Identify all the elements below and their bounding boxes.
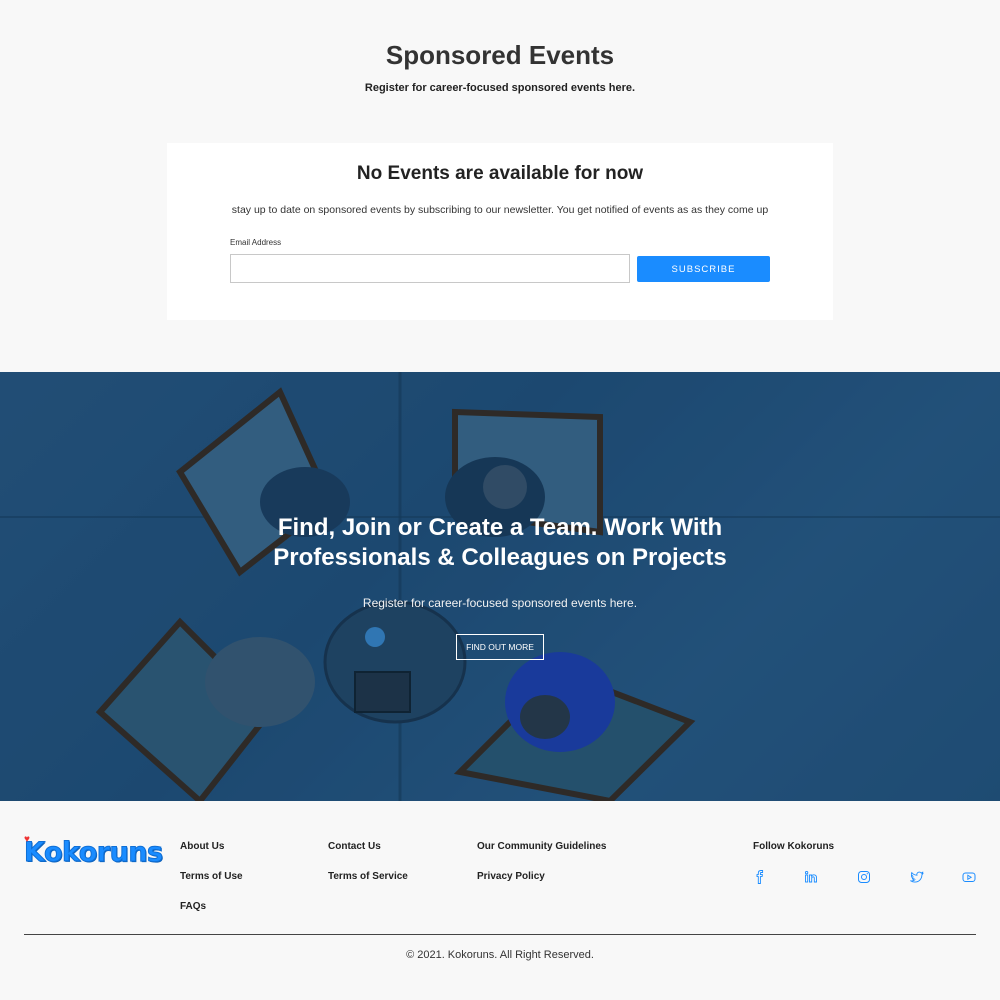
hero-description: Register for career-focused sponsored ev… [362, 596, 638, 610]
follow-title: Follow Kokoruns [753, 841, 835, 852]
twitter-icon[interactable] [910, 870, 924, 884]
instagram-icon[interactable] [857, 870, 871, 884]
find-out-more-button[interactable]: FIND OUT MORE [456, 634, 544, 660]
email-label: Email Address [230, 238, 282, 247]
footer-link-community-guidelines[interactable]: Our Community Guidelines [477, 841, 606, 852]
no-events-card: No Events are available for now stay up … [167, 143, 833, 320]
heart-icon: ♥ [24, 834, 30, 845]
hero-title: Find, Join or Create a Team. Work With P… [200, 513, 800, 573]
email-field[interactable] [230, 254, 630, 283]
linkedin-icon[interactable] [804, 870, 818, 884]
page-subtitle: Register for career-focused sponsored ev… [364, 82, 636, 94]
footer-link-privacy-policy[interactable]: Privacy Policy [477, 871, 545, 882]
sponsored-events-section: Sponsored Events Register for career-foc… [0, 0, 1000, 372]
hero-title-line-1: Find, Join or Create a Team. Work With [277, 514, 723, 541]
hero-background-image [0, 372, 1000, 801]
copyright-text: © 2021. Kokoruns. All Right Reserved. [406, 949, 594, 961]
kokoruns-logo[interactable]: Kokoruns [24, 837, 164, 869]
hero-title-line-2: Professionals & Colleagues on Projects [273, 544, 727, 571]
card-title: No Events are available for now [356, 163, 644, 184]
site-footer: Kokoruns ♥ About Us Terms of Use FAQs Co… [0, 801, 1000, 1000]
card-description: stay up to date on sponsored events by s… [231, 204, 769, 216]
footer-link-about-us[interactable]: About Us [180, 841, 224, 852]
facebook-icon[interactable] [753, 870, 767, 884]
footer-link-terms-of-use[interactable]: Terms of Use [180, 871, 243, 882]
footer-divider [24, 934, 976, 935]
footer-link-contact-us[interactable]: Contact Us [328, 841, 381, 852]
page-title: Sponsored Events [385, 40, 615, 70]
subscribe-button[interactable]: SUBSCRIBE [637, 256, 770, 282]
youtube-icon[interactable] [962, 870, 976, 884]
hero-banner: Find, Join or Create a Team. Work With P… [0, 372, 1000, 801]
footer-link-faqs[interactable]: FAQs [180, 901, 206, 912]
footer-link-terms-of-service[interactable]: Terms of Service [328, 871, 408, 882]
